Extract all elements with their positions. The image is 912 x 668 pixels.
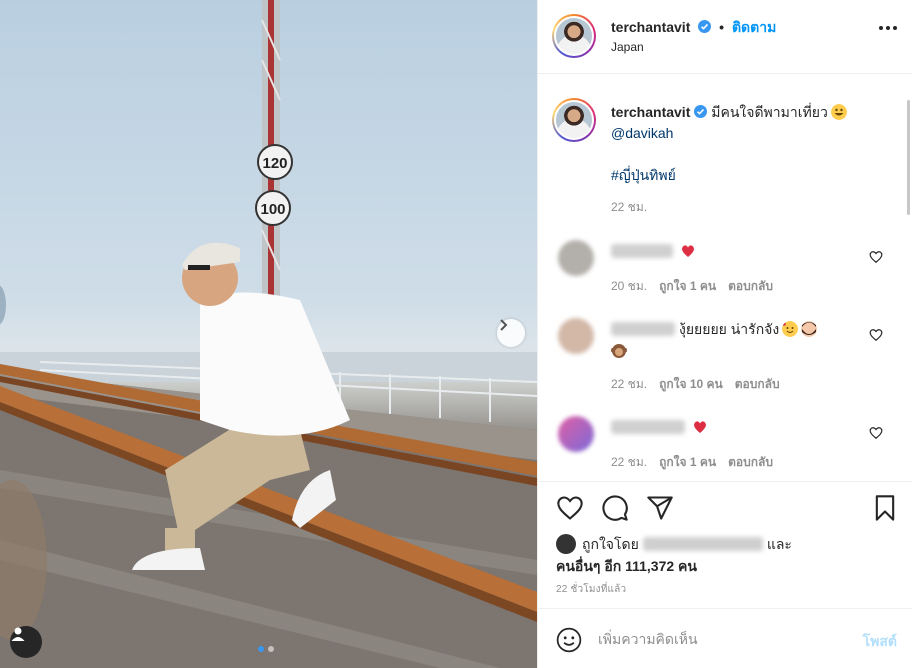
caption-author-avatar[interactable]	[552, 98, 596, 142]
author-avatar[interactable]	[552, 14, 596, 58]
sign-120: 120	[262, 155, 287, 172]
verified-badge-icon	[694, 105, 708, 118]
caption-username[interactable]: terchantavit	[611, 104, 690, 120]
photo-scene: 120 100	[0, 0, 537, 668]
comment-username[interactable]	[611, 420, 685, 434]
like-comment-heart-icon[interactable]	[869, 426, 883, 440]
comment-text	[611, 240, 851, 262]
comment-bubble-icon[interactable]	[601, 494, 629, 522]
grinning-emoji-icon	[830, 104, 847, 120]
author-line: terchantavit • ติดตาม	[611, 17, 776, 39]
comment-time: 20 ชม.	[611, 279, 648, 293]
comments-scrollbar[interactable]	[907, 100, 910, 215]
red-heart-emoji-icon	[694, 421, 706, 433]
like-comment-heart-icon[interactable]	[869, 328, 883, 342]
separator-dot: •	[719, 19, 725, 35]
tagged-users-button[interactable]	[10, 626, 42, 658]
heart-eyes-emoji-icon	[682, 245, 694, 257]
post-actions-section: ถูกใจโดย และ คนอื่นๆ อีก 111,372 คน 22 ชั…	[538, 481, 912, 667]
monkey-emoji-icon	[611, 344, 627, 358]
comment-text: งุ้ยยยยย น่ารักจัง	[611, 318, 851, 362]
liked-by-others[interactable]: คนอื่นๆ อีก 111,372 คน	[556, 556, 697, 578]
comment-avatar[interactable]	[558, 318, 594, 354]
liked-by-line: ถูกใจโดย และ	[556, 534, 792, 556]
post-side-panel: terchantavit • ติดตาม Japan terchantavit…	[537, 0, 912, 668]
comment-reply-button[interactable]: ตอบกลับ	[728, 453, 773, 472]
comment-likes[interactable]: ถูกใจ 1 คน	[659, 277, 716, 296]
liked-by-prefix: ถูกใจโดย	[582, 536, 639, 552]
like-comment-heart-icon[interactable]	[869, 250, 883, 264]
comment-reply-button[interactable]: ตอบกลับ	[735, 375, 780, 394]
carousel-indicator	[258, 646, 274, 652]
caption-text: มีคนใจดีพามาเที่ยว	[711, 104, 828, 120]
liked-by-suffix: และ	[766, 536, 792, 552]
chevron-right-icon	[500, 319, 508, 331]
post-time-ago[interactable]: 22 ชั่วโมงที่แล้ว	[556, 582, 626, 597]
comment-input[interactable]	[598, 627, 838, 651]
sign-100: 100	[260, 201, 285, 218]
smiling-hearts-emoji-icon	[782, 321, 799, 337]
follow-button[interactable]: ติดตาม	[732, 19, 776, 35]
comment-meta: 20 ชม. ถูกใจ 1 คน ตอบกลับ	[611, 277, 773, 296]
liker-avatar[interactable]	[556, 534, 576, 554]
next-photo-button[interactable]	[497, 319, 525, 347]
share-paper-plane-icon[interactable]	[646, 494, 674, 522]
comment-meta: 22 ชม. ถูกใจ 10 คน ตอบกลับ	[611, 375, 780, 394]
post-location[interactable]: Japan	[611, 40, 644, 54]
comment-reply-button[interactable]: ตอบกลับ	[728, 277, 773, 296]
comment-likes[interactable]: ถูกใจ 10 คน	[659, 375, 723, 394]
comment-avatar[interactable]	[558, 240, 594, 276]
bookmark-icon[interactable]	[871, 494, 899, 522]
liker-username[interactable]	[642, 537, 763, 551]
post-header: terchantavit • ติดตาม Japan	[538, 0, 912, 74]
verified-badge-icon	[698, 20, 712, 33]
post-comment-button[interactable]: โพสต์	[863, 631, 897, 653]
caption-timestamp: 22 ชม.	[611, 200, 648, 214]
carousel-dot-active	[258, 646, 264, 652]
comment-username[interactable]	[611, 322, 675, 336]
add-comment-bar: โพสต์	[538, 608, 912, 668]
caption-hashtag-link[interactable]: #ญี่ปุ่นทิพย์	[611, 167, 676, 183]
comment-time: 22 ชม.	[611, 455, 648, 469]
post-photo[interactable]: 120 100	[0, 0, 537, 668]
more-options-icon[interactable]	[879, 26, 897, 30]
comment-text	[611, 416, 851, 438]
bearded-face-emoji-icon	[801, 321, 818, 337]
emoji-smiley-icon[interactable]	[556, 627, 582, 653]
author-username[interactable]: terchantavit	[611, 19, 690, 35]
caption-mention-link[interactable]: @davikah	[611, 125, 673, 141]
comment-meta: 22 ชม. ถูกใจ 1 คน ตอบกลับ	[611, 453, 773, 472]
comment-time: 22 ชม.	[611, 377, 648, 391]
comment-likes[interactable]: ถูกใจ 1 คน	[659, 453, 716, 472]
user-icon	[11, 627, 25, 641]
instagram-post-window: 120 100 terchantavit • ติดตาม Japan terc…	[0, 0, 912, 668]
caption-body: terchantavit มีคนใจดีพามาเที่ยว @davikah…	[611, 102, 891, 186]
carousel-dot	[268, 646, 274, 652]
comment-avatar[interactable]	[558, 416, 594, 452]
comment-username[interactable]	[611, 244, 673, 258]
heart-icon[interactable]	[556, 494, 584, 522]
